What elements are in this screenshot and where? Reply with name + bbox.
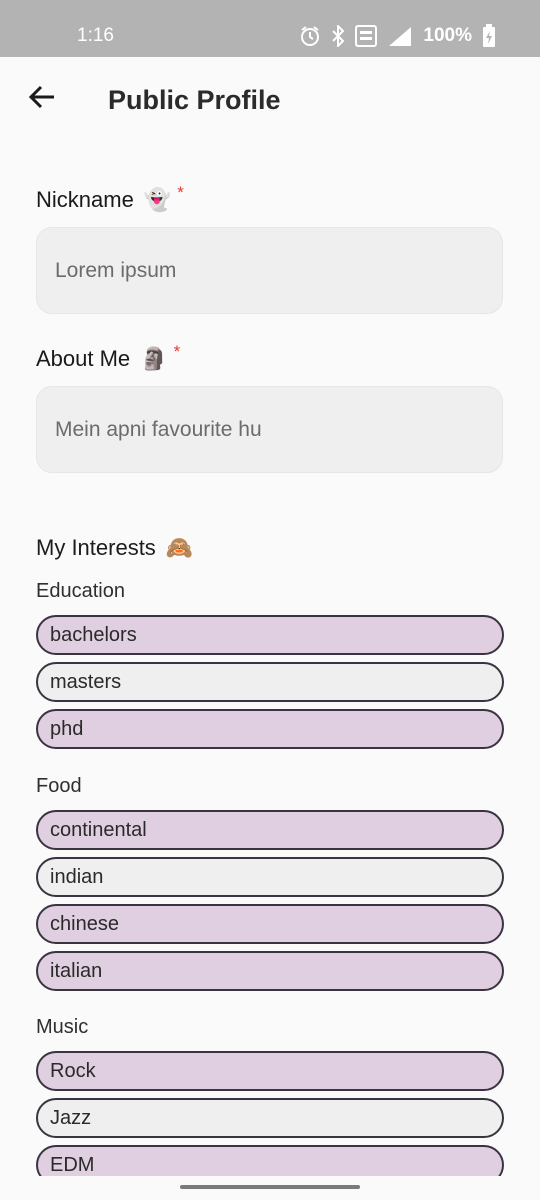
about-me-label-row: About Me 🗿 * (36, 342, 181, 374)
signal-4g-icon (387, 25, 413, 47)
status-time: 1:16 (77, 25, 114, 46)
required-mark: * (173, 342, 181, 361)
chip-bachelors[interactable]: bachelors (36, 615, 504, 655)
bluetooth-icon (331, 25, 345, 47)
chip-list: Rock Jazz EDM (36, 1051, 504, 1185)
see-no-evil-monkey-emoji-icon: 🙈 (165, 535, 194, 560)
chip-continental[interactable]: continental (36, 810, 504, 850)
chip-rock[interactable]: Rock (36, 1051, 504, 1091)
status-bar: 1:16 100% (0, 0, 540, 57)
group-title: Education (36, 580, 125, 602)
page-title: Public Profile (108, 85, 281, 115)
battery-percent: 100% (423, 25, 472, 46)
required-mark: * (177, 183, 184, 202)
interest-group-education: Education bachelors masters phd (36, 577, 504, 749)
status-icons: 100% (299, 24, 496, 48)
nickname-field[interactable]: Lorem ipsum (36, 227, 503, 314)
arrow-back-icon (28, 83, 56, 116)
interest-group-music: Music Rock Jazz EDM (36, 1013, 504, 1185)
interests-title: My Interests (36, 535, 156, 560)
battery-icon (482, 24, 496, 48)
chip-masters[interactable]: masters (36, 662, 504, 702)
moai-emoji-icon: 🗿 (140, 346, 168, 371)
home-indicator[interactable] (180, 1185, 360, 1189)
chip-chinese[interactable]: chinese (36, 904, 504, 944)
about-me-label: About Me (36, 346, 131, 371)
interests-title-row: My Interests 🙈 (36, 533, 193, 563)
chip-italian[interactable]: italian (36, 951, 504, 991)
nickname-label: Nickname (36, 187, 134, 212)
about-me-value: Mein apni favourite hu (55, 417, 262, 441)
alarm-icon (299, 25, 321, 47)
chip-indian[interactable]: indian (36, 857, 504, 897)
group-title: Food (36, 775, 82, 797)
interest-group-food: Food continental indian chinese italian (36, 772, 504, 991)
app-bar: Public Profile (0, 57, 540, 143)
ghost-emoji-icon: 👻 (143, 187, 172, 212)
about-me-field[interactable]: Mein apni favourite hu (36, 386, 503, 473)
chip-list: bachelors masters phd (36, 615, 504, 749)
nickname-label-row: Nickname 👻 * (36, 183, 184, 215)
nickname-value: Lorem ipsum (55, 258, 177, 282)
group-title: Music (36, 1016, 89, 1038)
chip-list: continental indian chinese italian (36, 810, 504, 991)
volte-icon (355, 25, 378, 47)
chip-phd[interactable]: phd (36, 709, 504, 749)
chip-jazz[interactable]: Jazz (36, 1098, 504, 1138)
back-button[interactable] (22, 79, 62, 119)
